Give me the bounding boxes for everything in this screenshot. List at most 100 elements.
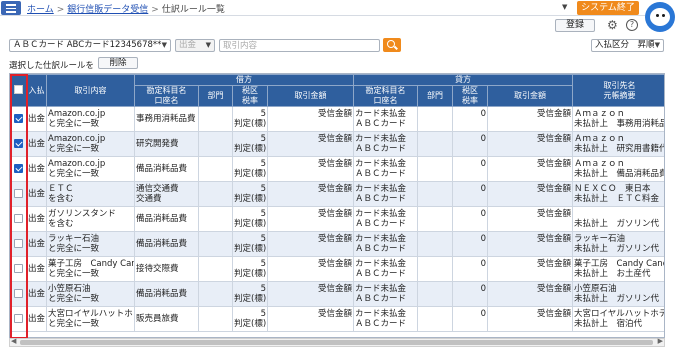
breadcrumb-home[interactable]: ホーム [27,5,54,15]
io-cell: 出金 [26,256,47,282]
table-row[interactable]: 出金 Amazon.co.jp と完全に一致 研究開発費 5 判定(標) 受信金額 カード未払… [10,131,664,157]
credit-amount-header: 取引金額 [487,85,573,107]
io-header: 入払 [26,74,47,107]
io-cell: 出金 [26,181,47,207]
row-checkbox[interactable] [14,314,23,323]
debit-account-cell: 備品消耗品費 [134,156,199,182]
exit-system-button[interactable]: システム終了 [577,1,639,15]
table-row[interactable]: 出金 大宮ロイヤルハットホ と完全に一致 販売員旅費 5 判定(標) 受信金額 カード未払金 Ａ… [10,306,664,332]
partner-cell: Ａｍａｚｏｎ未払計上 事務用消耗品費 [572,106,664,132]
debit-header: 借方 [134,74,354,86]
debit-account-cell: 接待交際費 [134,256,199,282]
scroll-left-icon[interactable]: ◀ [11,337,16,345]
content-cell: 菓子工房 Candy Car と完全に一致 [46,256,135,282]
partner-cell: Ａｍａｚｏｎ 未払計上 備品消耗品費 [572,156,664,182]
credit-header: 貸方 [353,74,573,86]
table-row[interactable]: 出金 小笠原石油 と完全に一致 備品消耗品費 5 判定(標) 受信金額 カード未払金 ＡＢＣカー… [10,281,664,307]
credit-amount-cell: 受信金額 [487,206,573,232]
debit-account-header: 勘定科目名 口座名 [134,85,199,107]
card-select[interactable]: ＡＢＣカード ABCカード12345678** ▼ [9,39,171,52]
dropdown-caret-icon[interactable]: ▼ [562,3,567,11]
debit-account-cell: 備品消耗品費 [134,281,199,307]
hamburger-menu-icon[interactable] [1,1,21,15]
credit-tax-cell: 0 [452,106,488,132]
credit-tax-cell: 0 [452,256,488,282]
row-checkbox[interactable] [14,164,23,173]
credit-account-cell: カード未払金 ＡＢＣカード [353,256,418,282]
debit-tax-cell: 5 判定(標) [232,131,268,157]
debit-tax-cell: 5 判定(標) [232,156,268,182]
content-cell: ＥＴＣ を含む [46,181,135,207]
table-row[interactable]: 出金 ＥＴＣ を含む 通信交通費 交通費 5 判定(標) 受信金額 カード未払金 ＡＢＣカード 0 受… [10,181,664,207]
partner-cell: 小笠原石油 未払計上 ガソリン代 [572,281,664,307]
content-cell: ラッキー石油 と完全に一致 [46,231,135,257]
gear-icon[interactable]: ⚙ [607,18,618,32]
select-all-checkbox[interactable] [14,84,23,94]
content-cell: 小笠原石油 と完全に一致 [46,281,135,307]
row-checkbox[interactable] [14,214,23,223]
credit-amount-cell: 受信金額 [487,106,573,132]
breadcrumb-current: 仕訳ルール一覧 [161,5,225,15]
io-type-select[interactable]: 出金 ▼ [175,39,215,52]
breadcrumb-bank-data[interactable]: 銀行信販データ受信 [67,5,148,15]
search-input[interactable] [219,39,380,52]
credit-amount-cell: 受信金額 [487,231,573,257]
credit-amount-cell: 受信金額 [487,281,573,307]
content-cell: Amazon.co.jp と完全に一致 [46,156,135,182]
register-button[interactable]: 登録 [555,19,595,32]
chevron-down-icon: ▼ [161,41,167,49]
row-checkbox[interactable] [14,289,23,298]
partner-cell: ラッキー石油 未払計上 ガソリン代 [572,231,664,257]
row-checkbox[interactable] [14,189,23,198]
credit-dept-cell [417,181,453,207]
credit-account-cell: カード未払金 ＡＢＣカード [353,306,418,332]
io-cell: 出金 [26,231,47,257]
content-cell: Amazon.co.jp と完全に一致 [46,106,135,132]
debit-amount-cell: 受信金額 [267,306,354,332]
debit-amount-header: 取引金額 [267,85,354,107]
mascot-logo-icon [645,2,675,32]
row-checkbox-cell [10,206,27,232]
table-row[interactable]: 出金 ガソリンスタンド を含む 備品消耗品費 5 判定(標) 受信金額 カード未払金 ＡＢＣカー… [10,206,664,232]
debit-amount-cell: 受信金額 [267,206,354,232]
row-checkbox[interactable] [14,139,23,148]
scrollbar-thumb[interactable] [20,340,653,345]
content-cell: 大宮ロイヤルハットホ と完全に一致 [46,306,135,332]
search-button[interactable] [383,38,401,52]
debit-dept-cell [198,256,233,282]
table-row[interactable]: 出金 菓子工房 Candy Car と完全に一致 接待交際費 5 判定(標) 受信金額 カード… [10,256,664,282]
debit-dept-header: 部門 [198,85,233,107]
credit-dept-cell [417,256,453,282]
table-row[interactable]: 出金 Amazon.co.jp と完全に一致 事務用消耗品費 5 判定(標) 受信金額 カード… [10,106,664,132]
chevron-down-icon: ▼ [205,41,211,49]
horizontal-scrollbar[interactable]: ◀ ▶ [9,337,665,347]
delete-button[interactable]: 削除 [98,57,138,69]
credit-tax-header: 税区 税率 [452,85,488,107]
help-icon[interactable]: ? [626,19,638,31]
credit-amount-cell: 受信金額 [487,156,573,182]
credit-account-cell: カード未払金 ＡＢＣカード [353,206,418,232]
rules-table: 入払 取引内容 借方 貸方 取引先名 元帳摘要 勘定科目名 口座名 部門 税区 税率 … [9,73,665,338]
credit-tax-cell: 0 [452,231,488,257]
credit-account-cell: カード未払金 ＡＢＣカード [353,131,418,157]
scroll-right-icon[interactable]: ▶ [658,337,663,345]
sort-select[interactable]: 入払区分 昇順 ▼ [591,39,664,52]
table-row[interactable]: 出金 ラッキー石油 と完全に一致 備品消耗品費 5 判定(標) 受信金額 カード未払金 ＡＢＣカ… [10,231,664,257]
debit-dept-cell [198,281,233,307]
row-checkbox-cell [10,181,27,207]
credit-amount-cell: 受信金額 [487,256,573,282]
row-checkbox-cell [10,306,27,332]
row-checkbox-cell [10,256,27,282]
debit-account-cell: 販売員旅費 [134,306,199,332]
debit-tax-cell: 5 判定(標) [232,181,268,207]
io-cell: 出金 [26,131,47,157]
io-cell: 出金 [26,306,47,332]
credit-dept-header: 部門 [417,85,453,107]
row-checkbox[interactable] [14,264,23,273]
row-checkbox[interactable] [14,114,23,123]
selection-label: 選択した仕訳ルールを [9,61,95,71]
io-cell: 出金 [26,281,47,307]
row-checkbox[interactable] [14,239,23,248]
table-row[interactable]: 出金 Amazon.co.jp と完全に一致 備品消耗品費 5 判定(標) 受信金額 カード未… [10,156,664,182]
debit-account-cell: 通信交通費 交通費 [134,181,199,207]
